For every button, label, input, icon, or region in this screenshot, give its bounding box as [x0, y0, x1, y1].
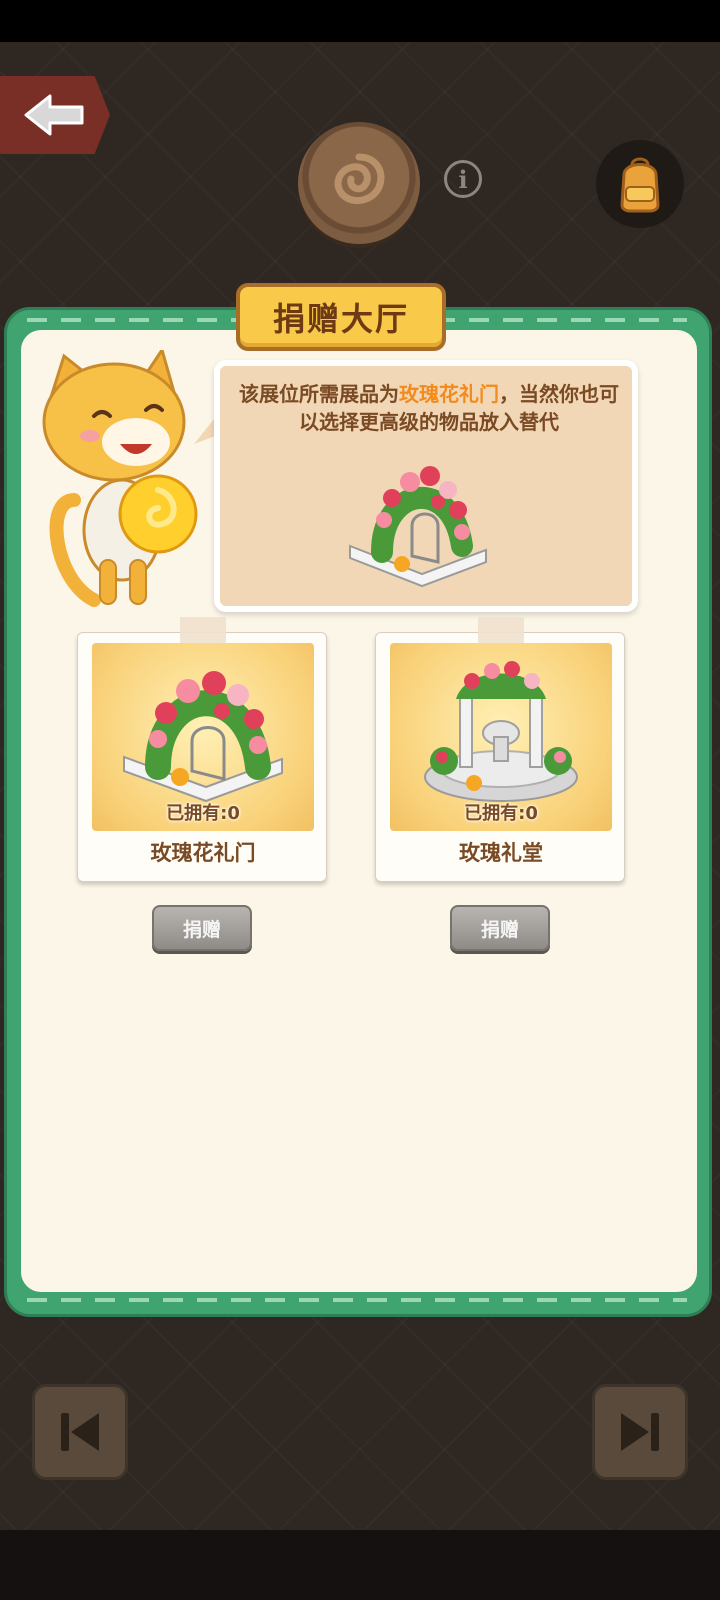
speech-bubble: 该展位所需展品为玫瑰花礼门，当然你也可以选择更高级的物品放入替代 — [214, 360, 638, 612]
speech-text: 该展位所需展品为玫瑰花礼门，当然你也可以选择更高级的物品放入替代 — [239, 382, 619, 434]
rose-chapel-icon — [424, 661, 578, 802]
rose-arch-icon — [123, 671, 283, 803]
next-button[interactable] — [592, 1384, 688, 1480]
info-icon: i — [458, 164, 468, 194]
item-name: 玫瑰花礼门 — [150, 841, 256, 865]
bottom-area — [0, 1530, 720, 1600]
back-button[interactable] — [0, 76, 110, 154]
back-arrow-icon — [24, 94, 84, 136]
previous-button[interactable] — [32, 1384, 128, 1480]
item-name: 玫瑰礼堂 — [459, 841, 543, 865]
cat-mascot-icon — [42, 350, 198, 607]
rose-arch-icon — [349, 466, 487, 588]
required-item-name: 玫瑰花礼门 — [399, 382, 499, 406]
backpack-icon — [620, 157, 660, 213]
skip-previous-icon — [61, 1413, 99, 1451]
donate-button[interactable]: 捐赠 — [450, 905, 550, 951]
skip-next-icon — [621, 1413, 659, 1451]
backpack-button[interactable] — [596, 140, 684, 228]
info-button[interactable]: i — [444, 160, 482, 198]
owned-count: 已拥有:0 — [464, 803, 538, 824]
page-title: 捐赠大厅 — [236, 283, 446, 351]
item-card-rose-chapel[interactable]: 已拥有:0 玫瑰礼堂 — [375, 617, 625, 882]
donate-button[interactable]: 捐赠 — [152, 905, 252, 951]
rose-emblem-icon — [298, 122, 420, 244]
owned-count: 已拥有:0 — [166, 803, 240, 824]
status-bar — [0, 0, 720, 42]
item-card-rose-arch[interactable]: 已拥有:0 玫瑰花礼门 — [77, 617, 327, 882]
